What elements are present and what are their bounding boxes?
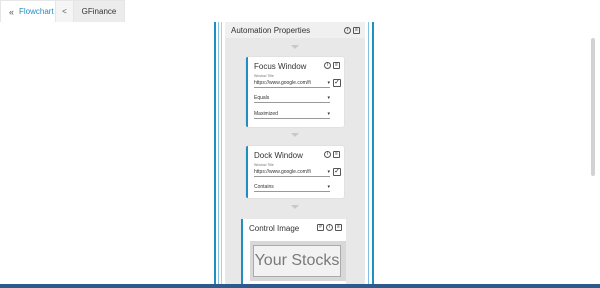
tab-gfinance[interactable]: GFinance bbox=[73, 0, 125, 22]
automation-properties-panel: Automation Properties i ≡ Focus Window i… bbox=[225, 22, 365, 284]
dock-window-title: Dock Window bbox=[254, 151, 303, 160]
chevron-down-icon: ▾ bbox=[327, 168, 330, 175]
window-state-select[interactable]: Maximized ▾ bbox=[254, 109, 330, 119]
right-rail bbox=[372, 22, 374, 284]
control-image-preview: Your Stocks bbox=[250, 241, 346, 281]
info-icon[interactable]: i bbox=[324, 62, 331, 69]
tab-gfinance-label: GFinance bbox=[81, 7, 117, 16]
chevron-down-icon: ▾ bbox=[327, 79, 330, 86]
info-icon[interactable]: i bbox=[326, 224, 333, 231]
match-select[interactable]: Equals ▾ bbox=[254, 93, 330, 103]
tab-flowchart-label: Flowchart bbox=[19, 7, 54, 16]
window-title-field[interactable]: https://www.google.com/fi ▾ bbox=[254, 78, 330, 88]
window-title-checkbox[interactable]: ✓ bbox=[333, 79, 341, 87]
right-rail-inner bbox=[368, 22, 369, 284]
panel-title: Automation Properties bbox=[231, 25, 311, 35]
flow-arrow-icon bbox=[291, 133, 299, 137]
focus-window-card[interactable]: Focus Window i ≡ Window Title https://ww… bbox=[246, 57, 344, 127]
comment-icon[interactable]: ≡ bbox=[333, 62, 340, 69]
window-title-checkbox[interactable]: ✓ bbox=[333, 168, 341, 176]
match-value: Equals bbox=[254, 94, 270, 101]
dock-window-card[interactable]: Dock Window i ≡ Window Title https://www… bbox=[246, 146, 344, 198]
back-label: < bbox=[62, 7, 67, 16]
taskbar bbox=[0, 284, 600, 288]
chevron-down-icon: ▾ bbox=[327, 94, 330, 101]
back-button[interactable]: < bbox=[55, 0, 73, 22]
flow-arrow-icon bbox=[291, 45, 299, 49]
captured-image: Your Stocks bbox=[253, 245, 341, 277]
comment-icon[interactable]: ≡ bbox=[353, 26, 360, 34]
left-rail-inner bbox=[218, 22, 219, 284]
info-icon[interactable]: i bbox=[324, 151, 331, 158]
control-image-title: Control Image bbox=[249, 224, 300, 233]
window-title-field[interactable]: https://www.google.com/fi ▾ bbox=[254, 167, 330, 177]
focus-window-title: Focus Window bbox=[254, 62, 307, 71]
chevron-down-icon: ▾ bbox=[327, 110, 330, 117]
chevron-down-icon: ▾ bbox=[327, 183, 330, 190]
comment-icon[interactable]: ≡ bbox=[333, 151, 340, 158]
captured-image-text: Your Stocks bbox=[254, 252, 340, 269]
match-value: Contains bbox=[254, 183, 274, 190]
left-rail bbox=[214, 22, 216, 284]
grid-icon[interactable]: # bbox=[317, 224, 324, 231]
comment-icon[interactable]: ≡ bbox=[335, 224, 342, 231]
match-select[interactable]: Contains ▾ bbox=[254, 182, 330, 192]
double-chevron-left-icon: « bbox=[9, 6, 14, 17]
control-image-card[interactable]: Control Image # i ≡ Your Stocks bbox=[241, 219, 346, 284]
tab-flowchart[interactable]: « Flowchart bbox=[0, 0, 55, 22]
info-icon[interactable]: i bbox=[344, 26, 351, 34]
panel-header: Automation Properties i ≡ bbox=[225, 22, 365, 38]
flow-arrow-icon bbox=[291, 205, 299, 209]
window-state-value: Maximized bbox=[254, 110, 278, 117]
tab-bar: « Flowchart < GFinance bbox=[0, 0, 125, 22]
vertical-scrollbar[interactable] bbox=[591, 38, 595, 176]
window-title-value: https://www.google.com/fi bbox=[254, 79, 311, 86]
window-title-value: https://www.google.com/fi bbox=[254, 168, 311, 175]
